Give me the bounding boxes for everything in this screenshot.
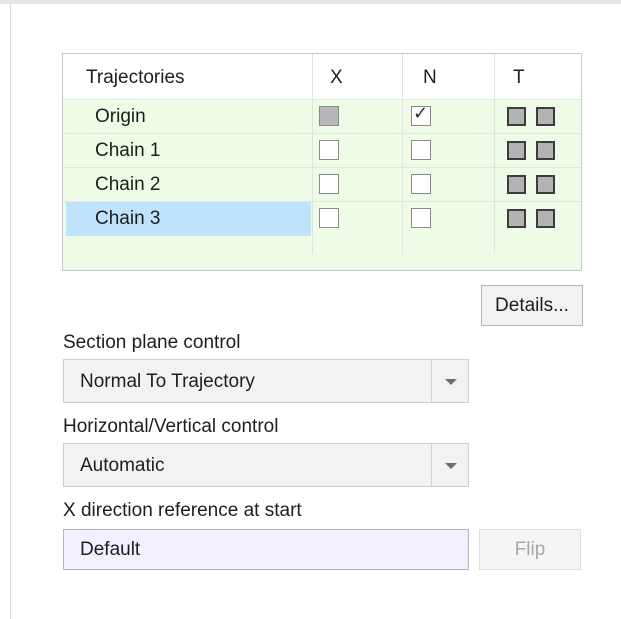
details-button[interactable]: Details...: [481, 285, 583, 326]
x-direction-reference-field[interactable]: Default: [63, 529, 469, 570]
chevron-down-icon[interactable]: [445, 463, 457, 469]
x-checkbox[interactable]: [319, 208, 339, 228]
trajectories-table: Trajectories X N T Origin ✓ Chain 1 Chain 2…: [62, 53, 582, 271]
dropdown-divider: [431, 444, 432, 486]
t-tangency-box[interactable]: [536, 175, 555, 194]
t-tangency-box[interactable]: [536, 141, 555, 160]
t-tangency-box[interactable]: [536, 107, 555, 126]
trajectory-name: Chain 2: [95, 174, 161, 195]
trajectory-row[interactable]: Chain 2: [63, 167, 581, 202]
n-checkbox[interactable]: [411, 208, 431, 228]
checkmark-icon: ✓: [413, 103, 429, 124]
trajectory-row[interactable]: Origin ✓: [63, 99, 581, 134]
n-checkbox[interactable]: ✓: [411, 103, 431, 126]
n-checkbox[interactable]: [411, 174, 431, 194]
x-checkbox: [319, 106, 339, 126]
x-checkbox[interactable]: [319, 140, 339, 160]
trajectory-name: Chain 1: [95, 140, 161, 161]
x-checkbox[interactable]: [319, 174, 339, 194]
trajectories-table-header: Trajectories X N T: [63, 54, 581, 99]
section-plane-label: Section plane control: [63, 332, 241, 353]
trajectory-name: Chain 3: [95, 208, 161, 229]
header-trajectories: Trajectories: [86, 67, 185, 88]
hv-control-label: Horizontal/Vertical control: [63, 416, 279, 437]
trajectory-row[interactable]: Chain 1: [63, 133, 581, 168]
t-tangency-box[interactable]: [507, 209, 526, 228]
panel-left-edge: [10, 4, 11, 619]
t-tangency-box[interactable]: [507, 175, 526, 194]
t-tangency-box[interactable]: [507, 141, 526, 160]
n-checkbox[interactable]: [411, 140, 431, 160]
trajectory-name: Origin: [95, 106, 146, 127]
trajectory-row[interactable]: Chain 3: [63, 201, 581, 236]
dropdown-divider: [431, 360, 432, 402]
section-plane-value: Normal To Trajectory: [80, 371, 255, 392]
chevron-down-icon[interactable]: [445, 379, 457, 385]
hv-control-dropdown[interactable]: Automatic: [63, 443, 469, 487]
x-direction-label: X direction reference at start: [63, 500, 302, 521]
t-tangency-box[interactable]: [507, 107, 526, 126]
flip-button[interactable]: Flip: [479, 529, 581, 570]
t-tangency-box[interactable]: [536, 209, 555, 228]
header-t: T: [513, 67, 525, 88]
header-n: N: [423, 67, 437, 88]
hv-control-value: Automatic: [80, 455, 165, 476]
header-x: X: [330, 67, 343, 88]
window-top-edge: [0, 0, 621, 4]
x-direction-value: Default: [80, 539, 141, 560]
section-plane-dropdown[interactable]: Normal To Trajectory: [63, 359, 469, 403]
